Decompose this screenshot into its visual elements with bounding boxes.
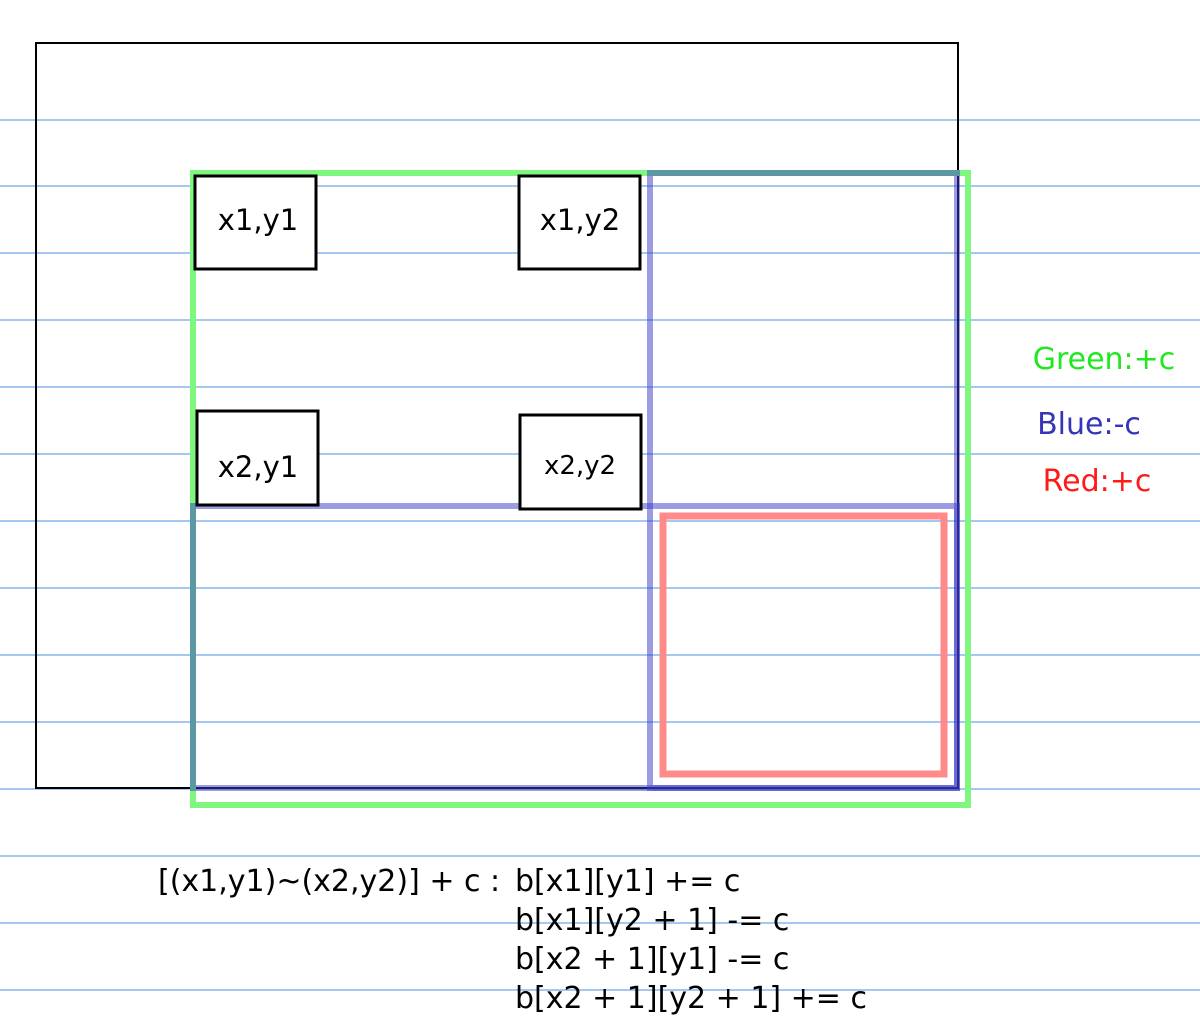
red-region-rect: [659, 512, 948, 778]
formula-line: b[x2 + 1][y2 + 1] += c: [515, 981, 867, 1016]
corner-label: x2,y2: [544, 451, 616, 481]
blue-region-right-rect: [647, 170, 960, 791]
formula-line: b[x1][y1] += c: [515, 864, 741, 899]
legend-blue: Blue:-c: [1037, 407, 1141, 442]
formula-line: b[x1][y2 + 1] -= c: [515, 903, 790, 938]
blue-region-bottom-rect: [190, 503, 960, 791]
outer-matrix-rect: [35, 42, 959, 789]
formula-lines: b[x1][y1] += c b[x1][y2 + 1] -= c b[x2 +…: [515, 862, 867, 1018]
corner-x2y2: x2,y2: [518, 413, 643, 511]
corner-x1y1: x1,y1: [193, 174, 318, 271]
corner-x1y2: x1,y2: [517, 174, 642, 271]
formula-prefix: [(x1,y1)~(x2,y2)] + c :: [158, 864, 510, 899]
corner-label: x2,y1: [218, 450, 298, 484]
formula-line: b[x2 + 1][y1] -= c: [515, 942, 790, 977]
legend: Green:+c Blue:-c Red:+c: [1033, 342, 1176, 499]
corner-label: x1,y1: [218, 203, 298, 237]
corner-x2y1: x2,y1: [195, 409, 320, 507]
corner-label: x1,y2: [540, 203, 620, 237]
legend-red: Red:+c: [1043, 464, 1152, 499]
legend-green: Green:+c: [1033, 342, 1176, 377]
